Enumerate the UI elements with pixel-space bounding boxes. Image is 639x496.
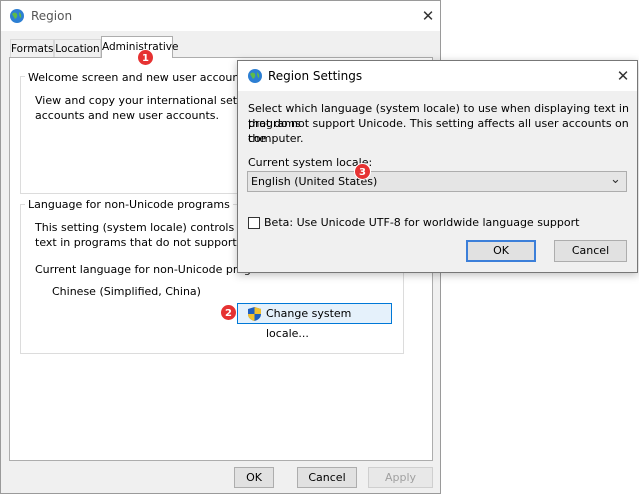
change-system-locale-label: Change system locale... xyxy=(266,307,352,340)
step-badge-3: 3 xyxy=(354,163,371,180)
system-locale-dropdown[interactable]: English (United States) ⌄ xyxy=(247,171,627,192)
change-system-locale-button[interactable]: Change system locale... xyxy=(237,303,392,340)
region-settings-dialog: Region Settings ✕ Select which language … xyxy=(237,60,638,273)
uac-shield-icon xyxy=(248,307,261,321)
beta-utf8-label[interactable]: Beta: Use Unicode UTF-8 for worldwide la… xyxy=(264,215,579,230)
tab-formats[interactable]: Formats xyxy=(10,39,54,57)
nonunicode-group-label: Language for non-Unicode programs xyxy=(25,198,233,211)
apply-button[interactable]: Apply xyxy=(368,467,433,488)
ok-button[interactable]: OK xyxy=(234,467,274,488)
region-title: Region xyxy=(31,9,73,23)
settings-cancel-button[interactable]: Cancel xyxy=(554,240,627,262)
region-titlebar[interactable]: Region ✕ xyxy=(1,1,440,31)
settings-description-line3: computer. xyxy=(248,132,304,145)
tab-location[interactable]: Location xyxy=(54,39,101,57)
settings-titlebar[interactable]: Region Settings ✕ xyxy=(238,61,637,91)
beta-utf8-checkbox[interactable] xyxy=(248,217,260,229)
welcome-group-label: Welcome screen and new user accounts xyxy=(25,71,253,84)
step-badge-2: 2 xyxy=(220,304,237,321)
current-language-value: Chinese (Simplified, China) xyxy=(52,285,201,298)
settings-description-line2: that do not support Unicode. This settin… xyxy=(248,117,629,145)
step-badge-1: 1 xyxy=(137,49,154,66)
settings-ok-button[interactable]: OK xyxy=(466,240,536,262)
cancel-button[interactable]: Cancel xyxy=(297,467,357,488)
globe-icon xyxy=(10,9,24,23)
settings-title: Region Settings xyxy=(268,69,363,83)
welcome-text-line2: accounts and new user accounts. xyxy=(35,109,220,122)
chevron-down-icon: ⌄ xyxy=(610,172,621,187)
close-icon[interactable]: ✕ xyxy=(419,8,437,24)
globe-icon xyxy=(248,69,262,83)
close-icon[interactable]: ✕ xyxy=(614,68,632,84)
